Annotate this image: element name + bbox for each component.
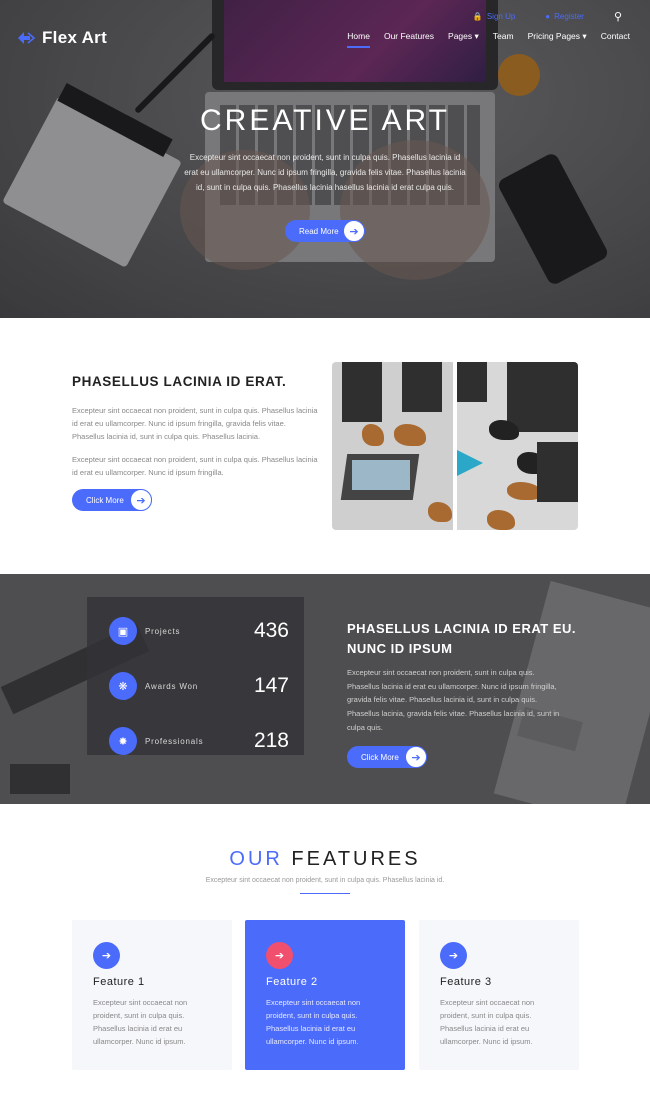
award-icon: ❋ (109, 672, 137, 700)
arrow-right-icon: ➔ (130, 489, 152, 511)
stats-title: PHASELLUS LACINIA ID ERAT EU. NUNC ID IP… (347, 621, 577, 656)
hero-text: Excepteur sint occaecat non proident, su… (184, 153, 466, 192)
user-icon: ● (545, 12, 551, 21)
brand-name: Flex Art (42, 28, 108, 47)
read-more-button[interactable]: Read More ➔ (285, 220, 365, 242)
main-nav: Home Our Features Pages ▾ Team Pricing P… (347, 31, 630, 48)
chevron-down-icon: ▾ (474, 31, 479, 41)
top-bar: 🔒 Sign Up ● Register ⚲ (473, 10, 622, 23)
stat-awards: ❋ Awards Won 147 (109, 672, 289, 700)
nav-pricing-pages[interactable]: Pricing Pages ▾ (528, 31, 587, 48)
folder-icon: ▣ (109, 617, 137, 645)
stats-section: ▣ Projects 436 ❋ Awards Won 147 ✸ Profes… (0, 574, 650, 804)
about-paragraph-1: Excepteur sint occaecat non proident, su… (72, 406, 318, 441)
about-title: PHASELLUS LACINIA ID ERAT. (72, 374, 287, 389)
hero-section: Flex Art 🔒 Sign Up ● Register ⚲ Home Our… (0, 0, 650, 318)
nav-team[interactable]: Team (493, 31, 514, 48)
nav-contact[interactable]: Contact (601, 31, 630, 48)
logo-icon (18, 32, 36, 44)
bug-icon: ✸ (109, 727, 137, 755)
search-icon[interactable]: ⚲ (614, 10, 622, 23)
team-boots-image (457, 362, 578, 530)
feature-card-2[interactable]: ➔ Feature 2 Excepteur sint occaecat non … (245, 920, 405, 1070)
features-title: OUR FEATURES (229, 848, 421, 870)
lock-icon: 🔒 (472, 12, 483, 21)
nav-home[interactable]: Home (347, 31, 370, 48)
about-paragraph-2: Excepteur sint occaecat non proident, su… (72, 455, 318, 477)
team-laptop-image (332, 362, 453, 530)
nav-pages[interactable]: Pages ▾ (448, 31, 479, 48)
feature-card-3[interactable]: ➔ Feature 3 Excepteur sint occaecat non … (419, 920, 579, 1070)
arrow-right-icon: ➔ (343, 220, 365, 242)
feature-card-1[interactable]: ➔ Feature 1 Excepteur sint occaecat non … (72, 920, 232, 1070)
site-logo[interactable]: Flex Art (16, 28, 107, 48)
arrow-right-icon[interactable]: ➔ (93, 942, 120, 969)
divider (300, 893, 350, 894)
arrow-right-icon: ➔ (405, 746, 427, 768)
stat-professionals: ✸ Professionals 218 (109, 727, 289, 755)
nav-our-features[interactable]: Our Features (384, 31, 434, 48)
page: Flex Art 🔒 Sign Up ● Register ⚲ Home Our… (0, 0, 650, 1117)
stats-box: ▣ Projects 436 ❋ Awards Won 147 ✸ Profes… (87, 597, 304, 755)
stats-click-more-button[interactable]: Click More ➔ (347, 746, 427, 768)
stats-text: Excepteur sint occaecat non proident, su… (347, 668, 560, 732)
hero-title: CREATIVE ART (200, 104, 450, 137)
stat-projects: ▣ Projects 436 (109, 617, 289, 645)
about-click-more-button[interactable]: Click More ➔ (72, 489, 152, 511)
chevron-down-icon: ▾ (582, 31, 587, 41)
register-link[interactable]: ● Register (545, 12, 584, 21)
signup-link[interactable]: 🔒 Sign Up (473, 12, 515, 21)
arrow-right-icon[interactable]: ➔ (266, 942, 293, 969)
features-subtitle: Excepteur sint occaecat non proident, su… (205, 877, 445, 884)
arrow-right-icon[interactable]: ➔ (440, 942, 467, 969)
